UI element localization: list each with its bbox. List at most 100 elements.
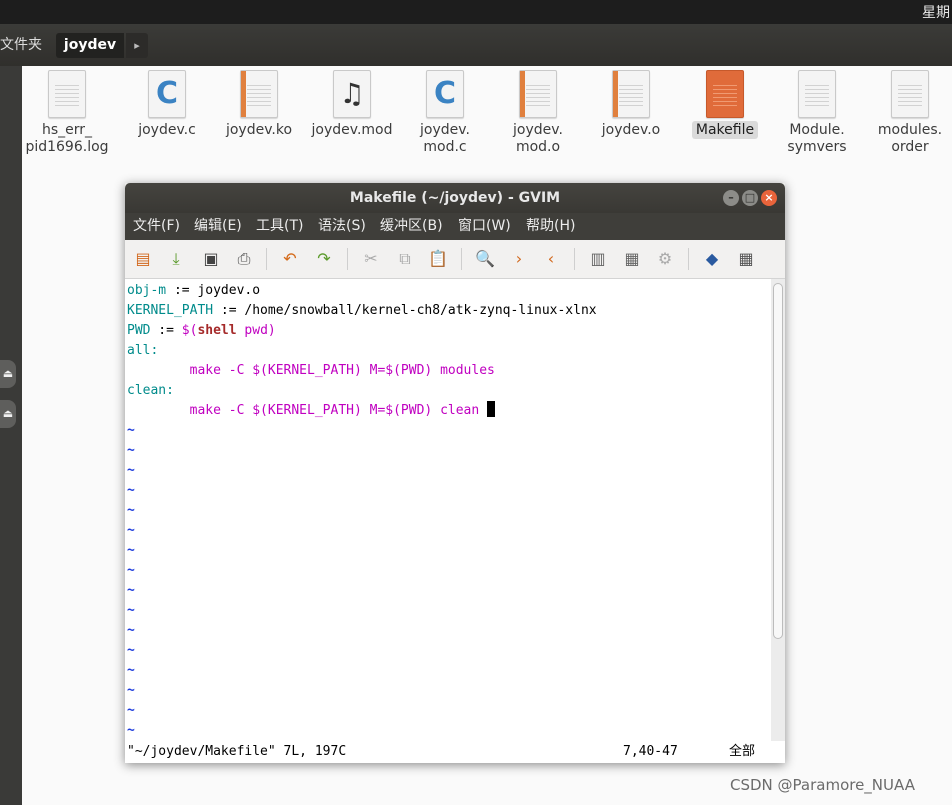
empty-line-marker: ~	[127, 683, 135, 698]
empty-line-marker: ~	[127, 723, 135, 738]
paste-icon[interactable]: 📋	[427, 248, 449, 270]
breadcrumb-more-icon[interactable]: ▸	[126, 33, 148, 58]
empty-line-marker: ~	[127, 543, 135, 558]
menu-syntax[interactable]: 语法(S)	[318, 213, 366, 240]
empty-line-marker: ~	[127, 463, 135, 478]
cut-icon[interactable]: ✂	[360, 248, 382, 270]
redo-icon[interactable]: ↷	[313, 248, 335, 270]
load-session-icon[interactable]: ▥	[587, 248, 609, 270]
save-all-icon[interactable]: ▣	[200, 248, 222, 270]
text-document-icon	[798, 70, 836, 118]
empty-line-marker: ~	[127, 623, 135, 638]
menu-buffers[interactable]: 缓冲区(B)	[380, 213, 443, 240]
object-file-icon	[240, 70, 278, 118]
empty-line-marker: ~	[127, 663, 135, 678]
file-item[interactable]: joydev. mod.o	[492, 70, 584, 156]
empty-line-marker: ~	[127, 423, 135, 438]
text-document-icon	[891, 70, 929, 118]
editor-line: obj-m := joydev.o	[127, 283, 261, 298]
toolbar-separator	[347, 248, 348, 270]
empty-line-marker: ~	[127, 443, 135, 458]
editor-line: clean:	[127, 383, 174, 398]
file-name: hs_err_ pid1696.log	[25, 122, 109, 155]
toolbar-separator	[688, 248, 689, 270]
editor-line: make -C $(KERNEL_PATH) M=$(PWD) clean	[127, 401, 496, 421]
file-name: joydev.o	[601, 122, 661, 138]
editor-line: KERNEL_PATH := /home/snowball/kernel-ch8…	[127, 303, 597, 318]
file-item[interactable]: joydev.o	[585, 70, 677, 139]
minimize-button[interactable]: –	[723, 190, 739, 206]
file-item[interactable]: C joydev. mod.c	[399, 70, 491, 156]
make-icon[interactable]: ◆	[701, 248, 723, 270]
scrollbar[interactable]	[771, 279, 785, 741]
empty-line-marker: ~	[127, 483, 135, 498]
c-source-icon: C	[148, 70, 186, 118]
menu-file[interactable]: 文件(F)	[133, 213, 180, 240]
file-name: Module. symvers	[787, 122, 847, 155]
audio-file-icon: ♫	[333, 70, 371, 118]
text-document-icon	[48, 70, 86, 118]
status-cursor-position: 7,40-47	[623, 744, 678, 759]
window-title[interactable]: Makefile (~/joydev) - GVIM – □ ×	[125, 183, 785, 213]
empty-line-marker: ~	[127, 603, 135, 618]
file-name: modules. order	[877, 122, 943, 155]
file-item[interactable]: hs_err_ pid1696.log	[21, 70, 113, 156]
text-editor[interactable]: obj-m := joydev.o KERNEL_PATH := /home/s…	[125, 279, 771, 741]
eject-icon[interactable]: ⏏	[0, 400, 16, 428]
breadcrumb-parent[interactable]: 文件夹	[0, 33, 52, 58]
menu-tools[interactable]: 工具(T)	[256, 213, 303, 240]
file-item[interactable]: joydev.ko	[213, 70, 305, 139]
breadcrumb-current[interactable]: joydev	[56, 33, 124, 58]
object-file-icon	[612, 70, 650, 118]
close-button[interactable]: ×	[761, 190, 777, 206]
file-name: joydev.c	[138, 122, 196, 138]
file-name: Makefile	[679, 121, 771, 139]
window-title-text: Makefile (~/joydev) - GVIM	[349, 190, 561, 206]
copy-icon[interactable]: ⧉	[394, 248, 416, 270]
find-replace-icon[interactable]: 🔍	[474, 248, 496, 270]
gvim-window: Makefile (~/joydev) - GVIM – □ × 文件(F) 编…	[125, 183, 785, 763]
empty-line-marker: ~	[127, 563, 135, 578]
status-file-info: "~/joydev/Makefile" 7L, 197C	[127, 744, 347, 759]
editor-line: PWD := $(shell pwd)	[127, 323, 276, 338]
ctags-icon[interactable]: ▦	[735, 248, 757, 270]
toolbar-separator	[266, 248, 267, 270]
open-file-icon[interactable]: ▤	[132, 248, 154, 270]
c-source-icon: C	[426, 70, 464, 118]
eject-icon[interactable]: ⏏	[0, 360, 16, 388]
makefile-icon	[706, 70, 744, 118]
menu-bar: 文件(F) 编辑(E) 工具(T) 语法(S) 缓冲区(B) 窗口(W) 帮助(…	[125, 213, 785, 240]
save-file-icon[interactable]: ⤓	[165, 248, 187, 270]
empty-line-marker: ~	[127, 523, 135, 538]
file-item-selected[interactable]: Makefile	[679, 70, 771, 139]
find-next-icon[interactable]: ›	[508, 248, 530, 270]
save-session-icon[interactable]: ▦	[621, 248, 643, 270]
empty-line-marker: ~	[127, 703, 135, 718]
file-item[interactable]: C joydev.c	[121, 70, 213, 139]
status-scroll-percent: 全部	[729, 744, 756, 759]
undo-icon[interactable]: ↶	[279, 248, 301, 270]
status-line: "~/joydev/Makefile" 7L, 197C 7,40-47 全部	[125, 741, 785, 763]
object-file-icon	[519, 70, 557, 118]
sidebar-dock: ⏏ ⏏	[0, 66, 22, 805]
watermark: CSDN @Paramore_NUAA	[730, 776, 915, 794]
find-previous-icon[interactable]: ‹	[540, 248, 562, 270]
file-item[interactable]: modules. order	[864, 70, 952, 156]
menu-window[interactable]: 窗口(W)	[458, 213, 511, 240]
menu-edit[interactable]: 编辑(E)	[194, 213, 242, 240]
file-name: joydev.ko	[225, 122, 293, 138]
file-item[interactable]: Module. symvers	[771, 70, 863, 156]
editor-line: make -C $(KERNEL_PATH) M=$(PWD) modules	[127, 363, 495, 378]
maximize-button[interactable]: □	[742, 190, 758, 206]
top-bar: 星期	[0, 0, 952, 24]
clock[interactable]: 星期	[922, 2, 950, 22]
file-manager-header: 文件夹 joydev ▸	[0, 24, 952, 67]
toolbar: ▤ ⤓ ▣ ⎙ ↶ ↷ ✂ ⧉ 📋 🔍 › ‹ ▥ ▦ ⚙ ◆ ▦	[125, 240, 785, 279]
print-icon[interactable]: ⎙	[233, 248, 255, 270]
empty-line-marker: ~	[127, 643, 135, 658]
file-item[interactable]: ♫ joydev.mod	[306, 70, 398, 139]
scrollbar-thumb[interactable]	[773, 283, 783, 639]
empty-line-marker: ~	[127, 583, 135, 598]
menu-help[interactable]: 帮助(H)	[526, 213, 575, 240]
run-script-icon[interactable]: ⚙	[654, 248, 676, 270]
